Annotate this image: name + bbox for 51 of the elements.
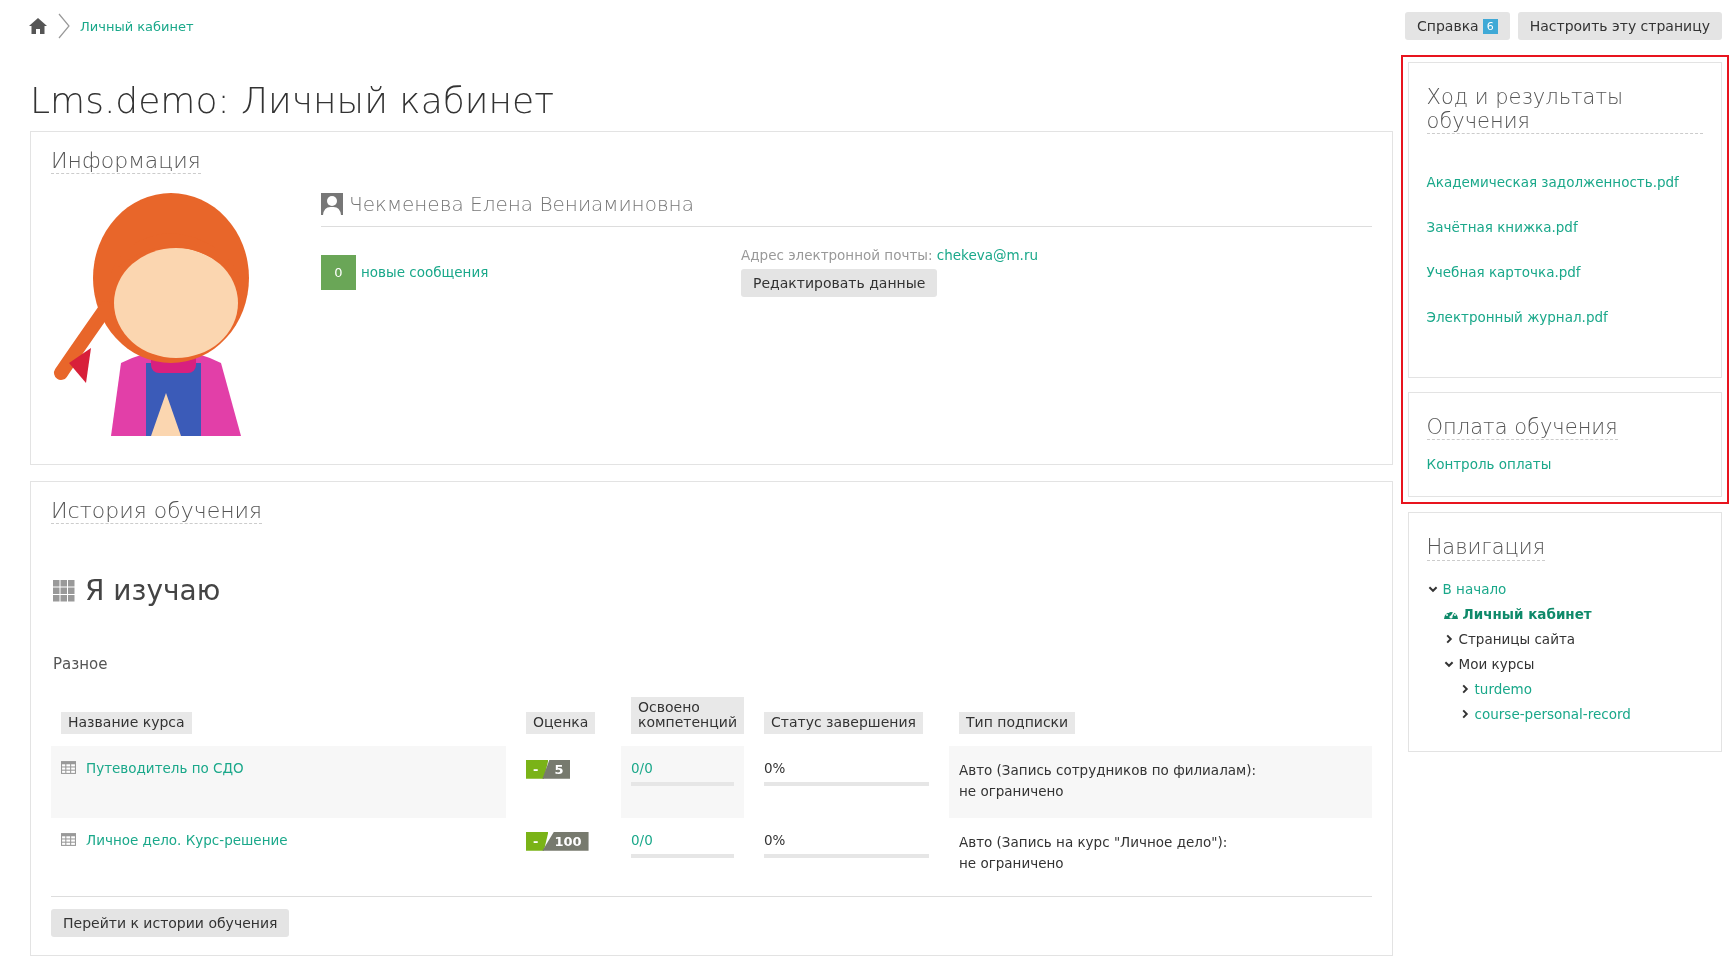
header-button[interactable]: Настроить эту страницу xyxy=(1517,12,1722,40)
nav-current-item[interactable]: Личный кабинет xyxy=(1462,606,1592,623)
block-title: Ход и результаты обучения xyxy=(1426,85,1703,135)
file-link[interactable]: Академическая задолженность.pdf xyxy=(1426,174,1703,191)
status-value: 0% xyxy=(764,759,786,776)
table-icon xyxy=(61,761,76,775)
course-link[interactable]: Путеводитель по СДО xyxy=(86,759,244,776)
section-title: История обучения xyxy=(51,498,263,524)
message-count: 0 xyxy=(321,254,356,290)
file-link[interactable]: Учебная карточка.pdf xyxy=(1426,264,1703,281)
category-label: Разное xyxy=(53,655,109,673)
edit-button[interactable]: Редактировать данные xyxy=(741,269,938,297)
file-link[interactable]: Контроль оплаты xyxy=(1426,456,1703,473)
grid-icon xyxy=(53,579,75,602)
subscription-limit: не ограничено xyxy=(959,853,1065,873)
file-link[interactable]: Зачётная книжка.pdf xyxy=(1426,219,1703,236)
subscription-limit: не ограничено xyxy=(959,781,1065,801)
nav-link[interactable]: course-personal-record xyxy=(1474,706,1631,723)
course-link[interactable]: Личное дело. Курс-решение xyxy=(86,831,288,848)
column-header: Название курса xyxy=(61,712,192,734)
user-name: Чекменева Елена Вениаминовна xyxy=(349,192,694,216)
history-button[interactable]: Перейти к истории обучения xyxy=(51,908,290,937)
nav-item[interactable]: Мои курсы xyxy=(1458,656,1535,673)
page-title: Lms.demo: Личный кабинет xyxy=(30,80,555,121)
count-badge: 6 xyxy=(1482,18,1498,34)
home-icon[interactable] xyxy=(28,17,48,35)
file-link[interactable]: Электронный журнал.pdf xyxy=(1426,309,1703,326)
competencies-link[interactable]: 0/0 xyxy=(631,831,653,848)
subscription-type: Авто (Запись на курс "Личное дело"): xyxy=(959,832,1229,852)
header-button[interactable]: Справка 6 xyxy=(1405,12,1510,40)
status-value: 0% xyxy=(764,831,786,848)
breadcrumb-separator-icon xyxy=(58,13,70,39)
column-header: Оценка xyxy=(526,712,596,734)
column-header: Освоено компетенций xyxy=(631,697,744,734)
table-icon xyxy=(61,833,76,847)
subscription-type: Авто (Запись сотрудников по филиалам): xyxy=(959,760,1258,780)
nav-item[interactable]: Страницы сайта xyxy=(1458,631,1576,648)
column-header: Тип подписки xyxy=(959,712,1076,734)
subsection-title: Я изучаю xyxy=(85,574,221,607)
block-title: Навигация xyxy=(1426,535,1546,561)
nav-link[interactable]: turdemo xyxy=(1474,681,1532,698)
section-title: Информация xyxy=(51,148,201,174)
nav-link[interactable]: В начало xyxy=(1442,581,1507,598)
block-title: Оплата обучения xyxy=(1426,415,1618,441)
user-icon xyxy=(321,193,343,215)
competencies-link[interactable]: 0/0 xyxy=(631,759,653,776)
column-header: Статус завершения xyxy=(764,712,923,734)
breadcrumb-link[interactable]: Личный кабинет xyxy=(80,18,194,34)
email-link[interactable]: chekeva@m.ru xyxy=(936,247,1038,263)
email-label: Адрес электронной почты: xyxy=(741,247,933,263)
messages-link[interactable]: новые сообщения xyxy=(361,264,489,280)
